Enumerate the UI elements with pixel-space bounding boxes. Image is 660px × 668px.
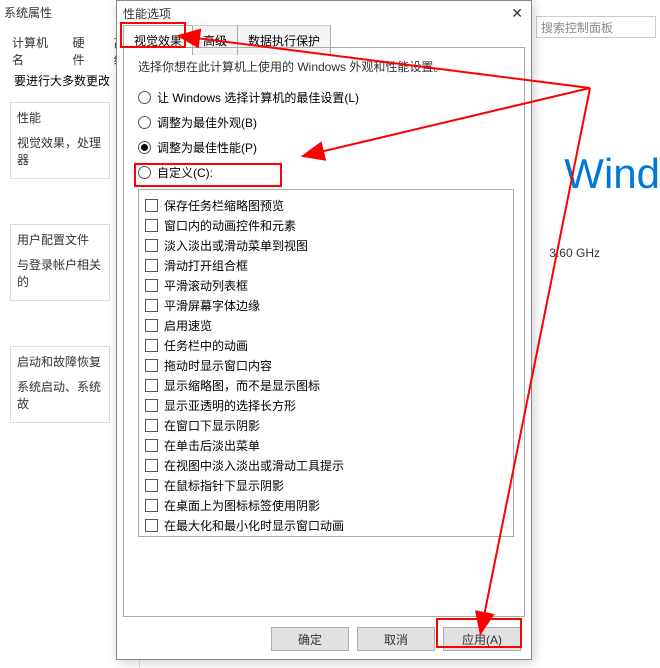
list-item[interactable]: 在单击后淡出菜单 — [145, 437, 507, 454]
list-item[interactable]: 在窗口下显示阴影 — [145, 417, 507, 434]
bg-tab-computer-name[interactable]: 计算机名 — [6, 30, 57, 72]
checkbox-icon[interactable] — [145, 299, 158, 312]
cpu-ghz: 3.60 GHz — [549, 246, 600, 260]
checkbox-icon[interactable] — [145, 359, 158, 372]
ok-button[interactable]: 确定 — [271, 627, 349, 651]
intro-text: 选择你想在此计算机上使用的 Windows 外观和性能设置。 — [138, 58, 514, 75]
check-label: 在桌面上为图标标签使用阴影 — [164, 497, 320, 514]
bg-section-profiles: 用户配置文件 与登录帐户相关的 — [10, 224, 110, 301]
bg-section-title: 性能 — [17, 109, 105, 126]
bg-section-performance: 性能 视觉效果，处理器 — [10, 102, 110, 179]
radio-label: 让 Windows 选择计算机的最佳设置(L) — [157, 89, 359, 106]
check-label: 窗口内的动画控件和元素 — [164, 217, 296, 234]
checkbox-icon[interactable] — [145, 259, 158, 272]
check-label: 显示亚透明的选择长方形 — [164, 397, 296, 414]
list-item[interactable]: 淡入淡出或滑动菜单到视图 — [145, 237, 507, 254]
close-icon[interactable]: ✕ — [511, 5, 523, 22]
check-label: 启用速览 — [164, 317, 212, 334]
checkbox-icon[interactable] — [145, 439, 158, 452]
checkbox-icon[interactable] — [145, 339, 158, 352]
check-label: 淡入淡出或滑动菜单到视图 — [164, 237, 308, 254]
bg-section-text: 视觉效果，处理器 — [17, 134, 105, 168]
list-item[interactable]: 在鼠标指针下显示阴影 — [145, 477, 507, 494]
list-item[interactable]: 平滑屏幕字体边缘 — [145, 297, 507, 314]
checkbox-icon[interactable] — [145, 219, 158, 232]
list-item[interactable]: 滑动打开组合框 — [145, 257, 507, 274]
effects-checklist[interactable]: 保存任务栏缩略图预览 窗口内的动画控件和元素 淡入淡出或滑动菜单到视图 滑动打开… — [138, 189, 514, 537]
radio-icon — [138, 116, 151, 129]
list-item[interactable]: 在视图中淡入淡出或滑动工具提示 — [145, 457, 507, 474]
check-label: 在窗口下显示阴影 — [164, 417, 260, 434]
list-item[interactable]: 在最大化和最小化时显示窗口动画 — [145, 517, 507, 534]
checkbox-icon[interactable] — [145, 499, 158, 512]
check-label: 保存任务栏缩略图预览 — [164, 197, 284, 214]
checkbox-icon[interactable] — [145, 319, 158, 332]
apply-button[interactable]: 应用(A) — [443, 627, 521, 651]
radio-best-performance[interactable]: 调整为最佳性能(P) — [138, 139, 514, 156]
radio-label: 自定义(C): — [157, 164, 213, 181]
list-item[interactable]: 拖动时显示窗口内容 — [145, 357, 507, 374]
list-item[interactable]: 显示缩略图，而不是显示图标 — [145, 377, 507, 394]
checkbox-icon[interactable] — [145, 279, 158, 292]
check-label: 拖动时显示窗口内容 — [164, 357, 272, 374]
checkbox-icon[interactable] — [145, 379, 158, 392]
check-label: 在鼠标指针下显示阴影 — [164, 477, 284, 494]
cancel-button[interactable]: 取消 — [357, 627, 435, 651]
check-label: 平滑屏幕字体边缘 — [164, 297, 260, 314]
bg-tab-hardware[interactable]: 硬件 — [67, 30, 98, 72]
check-label: 在单击后淡出菜单 — [164, 437, 260, 454]
radio-label: 调整为最佳性能(P) — [157, 139, 257, 156]
dialog-title: 性能选项 — [123, 5, 171, 22]
checkbox-icon[interactable] — [145, 479, 158, 492]
bg-section-text: 系统启动、系统故 — [17, 378, 105, 412]
radio-label: 调整为最佳外观(B) — [157, 114, 257, 131]
radio-custom[interactable]: 自定义(C): — [138, 164, 514, 181]
list-item[interactable]: 保存任务栏缩略图预览 — [145, 197, 507, 214]
check-label: 滑动打开组合框 — [164, 257, 248, 274]
bg-title: 系统属性 — [4, 4, 52, 21]
bg-section-title: 启动和故障恢复 — [17, 353, 105, 370]
list-item[interactable]: 在桌面上为图标标签使用阴影 — [145, 497, 507, 514]
windows-brand: Wind — [564, 150, 660, 198]
radio-let-windows[interactable]: 让 Windows 选择计算机的最佳设置(L) — [138, 89, 514, 106]
check-label: 显示缩略图，而不是显示图标 — [164, 377, 320, 394]
search-input[interactable]: 搜索控制面板 — [536, 16, 656, 38]
checkbox-icon[interactable] — [145, 239, 158, 252]
check-label: 在最大化和最小化时显示窗口动画 — [164, 517, 344, 534]
checkbox-icon[interactable] — [145, 519, 158, 532]
performance-options-dialog: 性能选项 ✕ 视觉效果 高级 数据执行保护 选择你想在此计算机上使用的 Wind… — [116, 0, 532, 660]
tab-body: 选择你想在此计算机上使用的 Windows 外观和性能设置。 让 Windows… — [123, 47, 525, 617]
checkbox-icon[interactable] — [145, 459, 158, 472]
check-label: 任务栏中的动画 — [164, 337, 248, 354]
list-item[interactable]: 显示亚透明的选择长方形 — [145, 397, 507, 414]
radio-best-appearance[interactable]: 调整为最佳外观(B) — [138, 114, 514, 131]
checkbox-icon[interactable] — [145, 199, 158, 212]
list-item[interactable]: 启用速览 — [145, 317, 507, 334]
checkbox-icon[interactable] — [145, 399, 158, 412]
bg-note: 要进行大多数更改 — [14, 72, 110, 89]
bg-section-startup: 启动和故障恢复 系统启动、系统故 — [10, 346, 110, 423]
bg-section-title: 用户配置文件 — [17, 231, 105, 248]
radio-icon — [138, 141, 151, 154]
check-label: 平滑滚动列表框 — [164, 277, 248, 294]
check-label: 在视图中淡入淡出或滑动工具提示 — [164, 457, 344, 474]
bg-section-text: 与登录帐户相关的 — [17, 256, 105, 290]
radio-icon — [138, 91, 151, 104]
radio-icon — [138, 166, 151, 179]
checkbox-icon[interactable] — [145, 419, 158, 432]
control-panel-bg: 搜索控制面板 Wind 3.60 GHz — [530, 0, 660, 668]
button-row: 确定 取消 应用(A) — [271, 627, 521, 651]
list-item[interactable]: 窗口内的动画控件和元素 — [145, 217, 507, 234]
list-item[interactable]: 任务栏中的动画 — [145, 337, 507, 354]
list-item[interactable]: 平滑滚动列表框 — [145, 277, 507, 294]
